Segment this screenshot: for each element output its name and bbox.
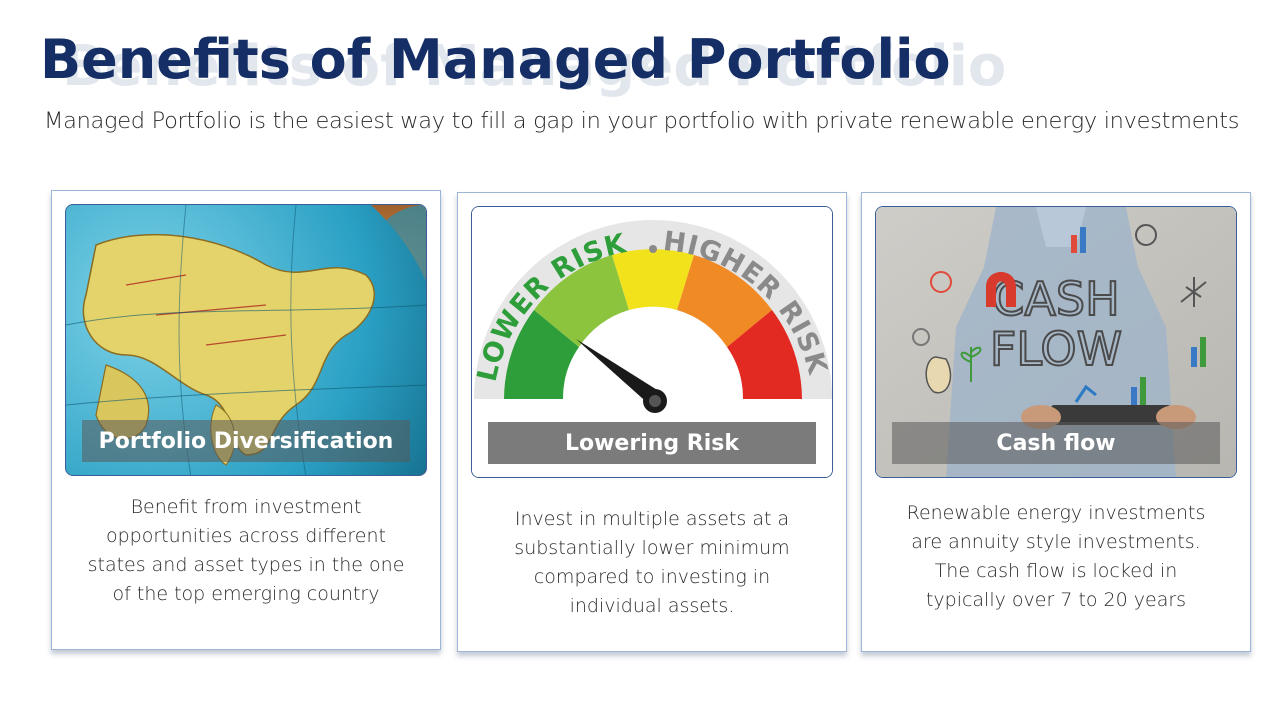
flow-text: FLOW: [990, 322, 1122, 376]
money-bag-icon: [925, 356, 952, 394]
card-lowering-risk: LOWER RISK HIGHER RISK Lowering Risk Inv…: [457, 192, 847, 652]
card-label: Portfolio Diversification: [82, 420, 410, 462]
card-description: Invest in multiple assets at a substanti…: [514, 508, 790, 617]
risk-gauge-image: LOWER RISK HIGHER RISK Lowering Risk: [471, 206, 833, 478]
globe-image: Portfolio Diversification: [65, 204, 427, 476]
card-description: Renewable energy investments are annuity…: [906, 502, 1206, 611]
growth-chart-icon: [1131, 387, 1137, 405]
cash-flow-image: CASH FLOW Cash flow: [875, 206, 1237, 478]
page-subtitle: Managed Portfolio is the easiest way to …: [44, 108, 1240, 134]
bar-chart-icon: [1071, 235, 1077, 253]
card-cash-flow: CASH FLOW Cash flow Renewable energy inv…: [861, 192, 1251, 652]
card-description: Benefit from investment opportunities ac…: [87, 496, 405, 605]
card-portfolio-diversification: Portfolio Diversification Benefit from i…: [51, 190, 441, 650]
title-area: Benefits of Managed Portfolio Benefits o…: [40, 28, 1006, 99]
page-title: Benefits of Managed Portfolio: [40, 28, 951, 91]
card-label: Lowering Risk: [488, 422, 816, 464]
card-label: Cash flow: [892, 422, 1220, 464]
